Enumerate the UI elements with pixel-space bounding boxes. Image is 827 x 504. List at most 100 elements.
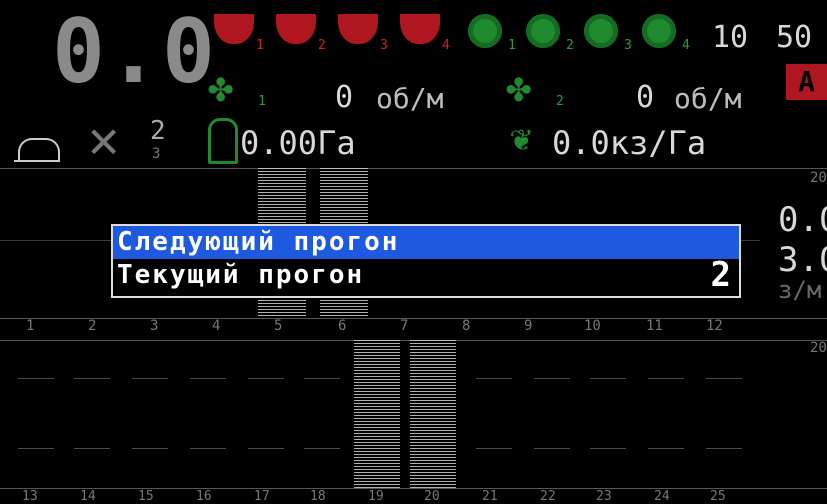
row-label: 12 [706, 318, 723, 334]
seeder-label: 3 [624, 38, 632, 53]
side-value-2: 3.0 [778, 240, 827, 280]
section-label: 1 [256, 38, 264, 53]
dash [248, 448, 284, 449]
divider [0, 168, 827, 169]
menu-item-next-pass[interactable]: Следующий прогон [113, 226, 739, 259]
section-icon [400, 14, 440, 44]
row-label: 13 [22, 489, 38, 504]
section-icon [338, 14, 378, 44]
plant-icon: ❦ [510, 118, 532, 159]
ground-line [14, 160, 60, 162]
section-4: 4 [400, 14, 450, 53]
dash [190, 378, 226, 379]
implement-icon [18, 138, 60, 162]
dash [706, 378, 742, 379]
seeder-3: 3 [584, 14, 632, 53]
row-label: 11 [646, 318, 663, 334]
scale-hint-top: 20 [810, 170, 827, 186]
menu-item-label: Текущий прогон [117, 260, 365, 290]
seeder-icon [642, 14, 676, 48]
row-label: 18 [310, 489, 326, 504]
dash [534, 448, 570, 449]
dash [590, 378, 626, 379]
dash [476, 378, 512, 379]
area-value: 0.00Га [240, 124, 356, 162]
right-value-1: 10 [712, 20, 749, 55]
dash [74, 378, 110, 379]
rate-value: 0.0кз/Га [552, 124, 707, 162]
dash [18, 378, 54, 379]
row-label: 6 [338, 318, 347, 334]
row-label: 24 [654, 489, 670, 504]
seeder-1: 1 [468, 14, 516, 53]
row-label: 2 [88, 318, 97, 334]
row-label: 21 [482, 489, 498, 504]
fan-2-unit: об/м [674, 82, 742, 115]
fan-icon: ✤ [208, 62, 234, 111]
dash [706, 448, 742, 449]
fan-1-unit: об/м [376, 82, 444, 115]
fan-1-value: 0 [335, 80, 354, 115]
dash [590, 448, 626, 449]
menu-item-current-pass[interactable]: Текущий прогон 2 [113, 258, 739, 292]
fan-1-index: 1 [258, 94, 266, 109]
row-19-bar [354, 340, 400, 488]
row-label: 16 [196, 489, 212, 504]
section-label: 2 [318, 38, 326, 53]
row-label: 23 [596, 489, 612, 504]
row-label: 19 [368, 489, 384, 504]
row-label: 4 [212, 318, 221, 334]
row-label: 9 [524, 318, 533, 334]
section-label: 4 [442, 38, 450, 53]
section-2: 2 [276, 14, 326, 53]
menu-item-label: Следующий прогон [117, 227, 400, 257]
row-20-bar [410, 340, 456, 488]
fan-2-index: 2 [556, 94, 564, 109]
section-icon [214, 14, 254, 44]
mode-badge: A [786, 64, 827, 100]
seeder-label: 4 [682, 38, 690, 53]
seeder-label: 2 [566, 38, 574, 53]
seeder-label: 1 [508, 38, 516, 53]
pass-select-menu: Следующий прогон Текущий прогон 2 [111, 224, 741, 298]
section-icon [276, 14, 316, 44]
dash [534, 378, 570, 379]
seeder-4: 4 [642, 14, 690, 53]
seeder-icon [468, 14, 502, 48]
seeder-2: 2 [526, 14, 574, 53]
row-labels-top: 1 2 3 4 5 6 7 8 9 10 11 12 [0, 318, 760, 340]
dash [132, 378, 168, 379]
row-label: 8 [462, 318, 471, 334]
scale-hint-bottom: 20 [810, 340, 827, 356]
marker-top: 2 [150, 116, 166, 146]
hopper-icon [208, 118, 238, 164]
row-label: 10 [584, 318, 601, 334]
row-label: 5 [274, 318, 283, 334]
row-label: 22 [540, 489, 556, 504]
row-label: 15 [138, 489, 154, 504]
row-label: 25 [710, 489, 726, 504]
row-label: 14 [80, 489, 96, 504]
side-value-1: 0.0 [778, 200, 827, 240]
row-labels-bottom: 13 14 15 16 17 18 19 20 21 22 23 24 25 [0, 489, 800, 504]
section-3: 3 [338, 14, 388, 53]
right-value-2: 50 [776, 20, 813, 55]
dash [476, 448, 512, 449]
side-unit: з/м [778, 276, 822, 304]
fan-icon: ✤ [506, 62, 532, 111]
dash [74, 448, 110, 449]
speed-readout: 0.0 [52, 0, 217, 103]
row-label: 3 [150, 318, 159, 334]
fan-2-value: 0 [636, 80, 655, 115]
dash [648, 378, 684, 379]
seeder-icon [584, 14, 618, 48]
dash [648, 448, 684, 449]
dash [304, 448, 340, 449]
row-label: 1 [26, 318, 35, 334]
section-1: 1 [214, 14, 264, 53]
dash [190, 448, 226, 449]
dash [132, 448, 168, 449]
row-label: 17 [254, 489, 270, 504]
row-label: 7 [400, 318, 409, 334]
row-label: 20 [424, 489, 440, 504]
